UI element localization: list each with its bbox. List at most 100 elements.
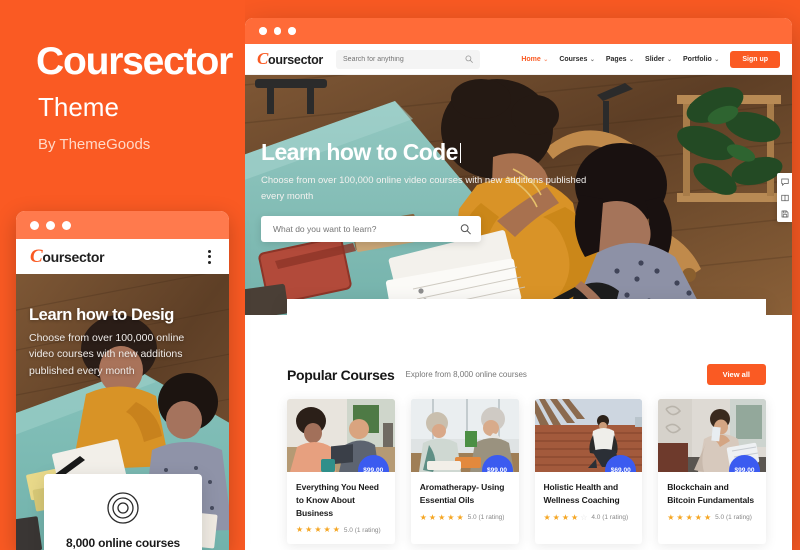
view-all-button[interactable]: View all (706, 364, 766, 385)
nav-label: Courses (559, 55, 588, 63)
course-body: Blockchain and Bitcoin Fundamentals ★ ★ … (658, 472, 766, 532)
browser-window-bar (245, 18, 792, 44)
search-icon (465, 55, 473, 63)
book-layout-icon[interactable] (780, 193, 789, 202)
star-icon: ★ (428, 512, 437, 522)
course-card[interactable]: $69.00 Holistic Health and Wellness Coac… (534, 399, 643, 545)
chevron-down-icon: ⌄ (543, 56, 549, 63)
course-grid: $99.00 Everything You Need to Know About… (287, 399, 766, 545)
nav-label: Portfolio (683, 55, 712, 63)
logo-c-glyph: C (257, 49, 269, 68)
nav-label: Slider (645, 55, 665, 63)
nav-label: Pages (605, 55, 627, 63)
navbar-search[interactable] (336, 49, 481, 69)
mobile-hero-subtitle: Choose from over 100,000 online video co… (29, 332, 185, 377)
mobile-feature-card: 8,000 online courses (44, 474, 202, 550)
course-thumbnail: $69.00 (534, 399, 643, 472)
mobile-hero: Learn how to Desig Choose from over 100,… (16, 274, 229, 550)
course-body: Holistic Health and Wellness Coaching ★ … (535, 472, 643, 532)
mobile-hero-title: Learn how to Desig (29, 306, 174, 324)
section-subtitle: Explore from 8,000 online courses (405, 370, 527, 379)
site-logo-text: oursector (268, 53, 324, 67)
typing-caret (459, 143, 462, 163)
star-icon: ★ (571, 512, 579, 522)
course-card[interactable]: $99.00 Aromatherapy- Using Essential Oil… (410, 399, 519, 545)
star-icon: ★ (296, 525, 304, 535)
rating-text: 4.0 (1 rating) (591, 514, 629, 521)
course-body: Aromatherapy- Using Essential Oils ★ ★ ★… (411, 472, 519, 532)
rating-text: 5.0 (1 rating) (467, 514, 505, 521)
rating-text: 5.0 (1 rating) (715, 514, 752, 521)
mobile-logo-text: oursector (42, 248, 105, 265)
nav-item-slider[interactable]: Slider ⌄ (645, 56, 672, 63)
chevron-down-icon: ⌄ (714, 56, 720, 63)
star-icon: ★ (694, 512, 702, 522)
course-rating: ★ ★ ★ ★ ☆ 4.0 (1 rating) (543, 512, 634, 522)
feature-strip: 8,000 online courses Explore a variety o… (287, 299, 766, 315)
star-icon: ★ (676, 512, 684, 522)
star-icon: ★ (447, 512, 455, 522)
window-dot-minimize[interactable] (46, 220, 55, 230)
course-title[interactable]: Everything You Need to Know About Busine… (296, 481, 386, 519)
star-icon: ★ (561, 512, 570, 522)
chevron-down-icon: ⌄ (666, 56, 673, 63)
hero-copy: Learn how to Code Choose from over 100,0… (261, 141, 591, 243)
hero-search[interactable] (261, 216, 481, 243)
star-icon: ★ (314, 525, 322, 535)
star-icon: ★ (685, 512, 693, 522)
popular-courses-header: Popular Courses Explore from 8,000 onlin… (287, 364, 766, 385)
course-title[interactable]: Blockchain and Bitcoin Fundamentals (667, 481, 757, 507)
mobile-window-bar (16, 211, 229, 239)
browser-mockup: Coursector Home⌄ Courses⌄ Pages⌄ Slider⌄… (245, 18, 792, 550)
promo-brand-title: Coursector (36, 40, 233, 83)
section-title: Popular Courses (287, 366, 395, 383)
nav-item-pages[interactable]: Pages ⌄ (606, 56, 634, 63)
hero-title-text: Learn how to Code (261, 139, 458, 165)
chevron-down-icon: ⌄ (589, 56, 595, 63)
mobile-mockup: Coursector Learn how to Desig Choose fro… (16, 211, 229, 550)
comment-box-icon[interactable] (780, 177, 789, 186)
window-dot-minimize[interactable] (273, 27, 281, 35)
hero-subtitle: Choose from over 100,000 online video co… (261, 175, 587, 202)
course-thumbnail: $99.00 (410, 399, 519, 472)
course-rating: ★ ★ ★ ★ ★ 5.0 (1 rating) (667, 512, 757, 522)
course-card[interactable]: $99.00 Everything You Need to Know About… (287, 399, 395, 545)
course-title[interactable]: Holistic Health and Wellness Coaching (544, 481, 634, 507)
popular-courses-section: Popular Courses Explore from 8,000 onlin… (245, 315, 792, 545)
promo-subtitle: Theme (38, 92, 119, 122)
star-icon: ★ (323, 525, 331, 535)
window-dot-maximize[interactable] (288, 27, 296, 35)
star-icon: ★ (552, 512, 560, 522)
course-body: Everything You Need to Know About Busine… (287, 472, 395, 544)
kebab-menu-icon[interactable] (204, 246, 215, 268)
star-icon: ★ (332, 525, 340, 535)
nav-label: Home (521, 55, 541, 63)
logo-c-glyph: C (30, 245, 43, 267)
site-logo[interactable]: Coursector (257, 49, 323, 69)
course-card[interactable]: $99.00 Blockchain and Bitcoin Fundamenta… (658, 399, 766, 545)
nav-item-courses[interactable]: Courses ⌄ (559, 56, 595, 63)
course-rating: ★ ★ ★ ★ ★ 5.0 (1 rating) (296, 526, 386, 534)
window-dot-close[interactable] (30, 220, 39, 230)
window-dot-maximize[interactable] (62, 220, 71, 230)
star-icon: ★ (438, 512, 446, 522)
hero-title: Learn how to Code (261, 141, 591, 164)
save-disk-icon[interactable] (780, 209, 789, 218)
star-icon: ★ (703, 512, 712, 522)
mobile-navbar: Coursector (16, 239, 229, 274)
nav-item-portfolio[interactable]: Portfolio ⌄ (683, 56, 719, 63)
side-icon-rail (777, 173, 792, 222)
star-icon: ★ (543, 512, 551, 522)
chevron-down-icon: ⌄ (629, 56, 635, 63)
course-thumbnail: $99.00 (287, 399, 395, 472)
mobile-logo[interactable]: Coursector (30, 245, 105, 268)
window-dot-close[interactable] (259, 27, 267, 35)
course-rating: ★ ★ ★ ★ ★ 5.0 (1 rating) (420, 512, 510, 522)
sign-up-button[interactable]: Sign up (730, 50, 780, 68)
site-navbar: Coursector Home⌄ Courses⌄ Pages⌄ Slider⌄… (245, 44, 792, 75)
hero-search-input[interactable] (271, 223, 471, 236)
search-input[interactable] (343, 55, 474, 63)
nav-item-home[interactable]: Home ⌄ (521, 56, 548, 63)
mobile-feature-label: 8,000 online courses (65, 536, 181, 550)
course-title[interactable]: Aromatherapy- Using Essential Oils (420, 481, 510, 507)
